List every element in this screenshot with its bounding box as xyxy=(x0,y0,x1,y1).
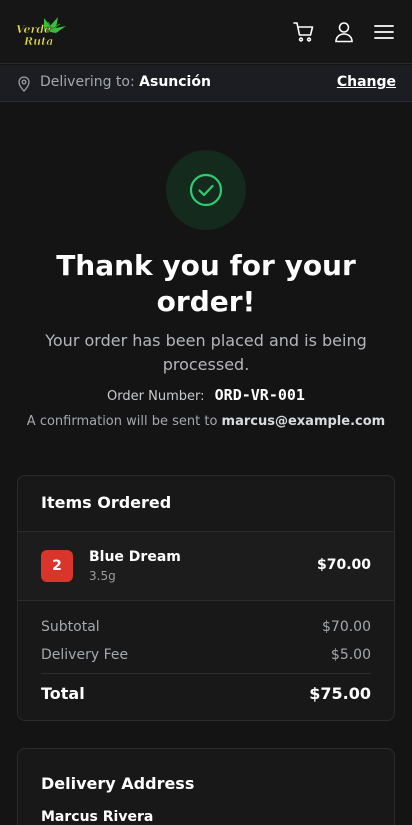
location-pin-icon xyxy=(17,76,31,92)
order-number: ORD-VR-001 xyxy=(214,386,305,404)
cart-icon[interactable] xyxy=(292,20,316,44)
delivery-location-bar: Delivering to: Asunción Change xyxy=(0,65,412,102)
order-number-row: Order Number: ORD-VR-001 xyxy=(0,386,412,404)
item-price: $70.00 xyxy=(316,557,371,573)
subtotal-label: Subtotal xyxy=(41,619,100,635)
success-indicator xyxy=(166,150,246,230)
list-item: 2 Blue Dream 3.5g $70.00 xyxy=(18,532,394,601)
change-location-link[interactable]: Change xyxy=(337,74,396,90)
order-number-label: Order Number: xyxy=(107,389,205,404)
confirmation-email: marcus@example.com xyxy=(221,414,386,429)
quantity-badge: 2 xyxy=(41,550,73,582)
delivery-location: Asunción xyxy=(139,74,211,90)
delivery-fee-label: Delivery Fee xyxy=(41,647,129,663)
total-label: Total xyxy=(41,684,85,703)
item-size: 3.5g xyxy=(89,569,116,583)
recipient-name: Marcus Rivera xyxy=(41,809,154,825)
page-title: Thank you for your order! xyxy=(56,249,356,318)
delivery-address-title: Delivery Address xyxy=(41,774,195,793)
delivery-location-text: Delivering to: Asunción xyxy=(40,74,211,90)
delivery-address-card: Delivery Address Marcus Rivera xyxy=(17,748,395,825)
svg-text:Ruta: Ruta xyxy=(23,35,53,48)
verde-ruta-logo[interactable]: Verde Ruta xyxy=(14,14,68,50)
subtotal-value: $70.00 xyxy=(322,619,371,635)
check-circle-icon xyxy=(189,173,223,207)
total-value: $75.00 xyxy=(309,684,371,703)
items-ordered-title: Items Ordered xyxy=(41,493,172,512)
divider xyxy=(18,600,394,601)
menu-icon[interactable] xyxy=(372,20,396,44)
top-header: Verde Ruta xyxy=(0,0,412,64)
confirmation-subtitle: Your order has been placed and is being … xyxy=(45,331,367,374)
confirmation-email-prefix: A confirmation will be sent to xyxy=(26,414,218,429)
delivery-prefix: Delivering to: xyxy=(40,74,135,90)
confirmation-email-row: A confirmation will be sent to marcus@ex… xyxy=(0,414,412,429)
delivery-fee-value: $5.00 xyxy=(330,647,371,663)
divider xyxy=(41,673,371,674)
item-name: Blue Dream xyxy=(89,549,181,565)
items-ordered-card: Items Ordered 2 Blue Dream 3.5g $70.00 S… xyxy=(17,475,395,721)
user-icon[interactable] xyxy=(332,20,356,44)
